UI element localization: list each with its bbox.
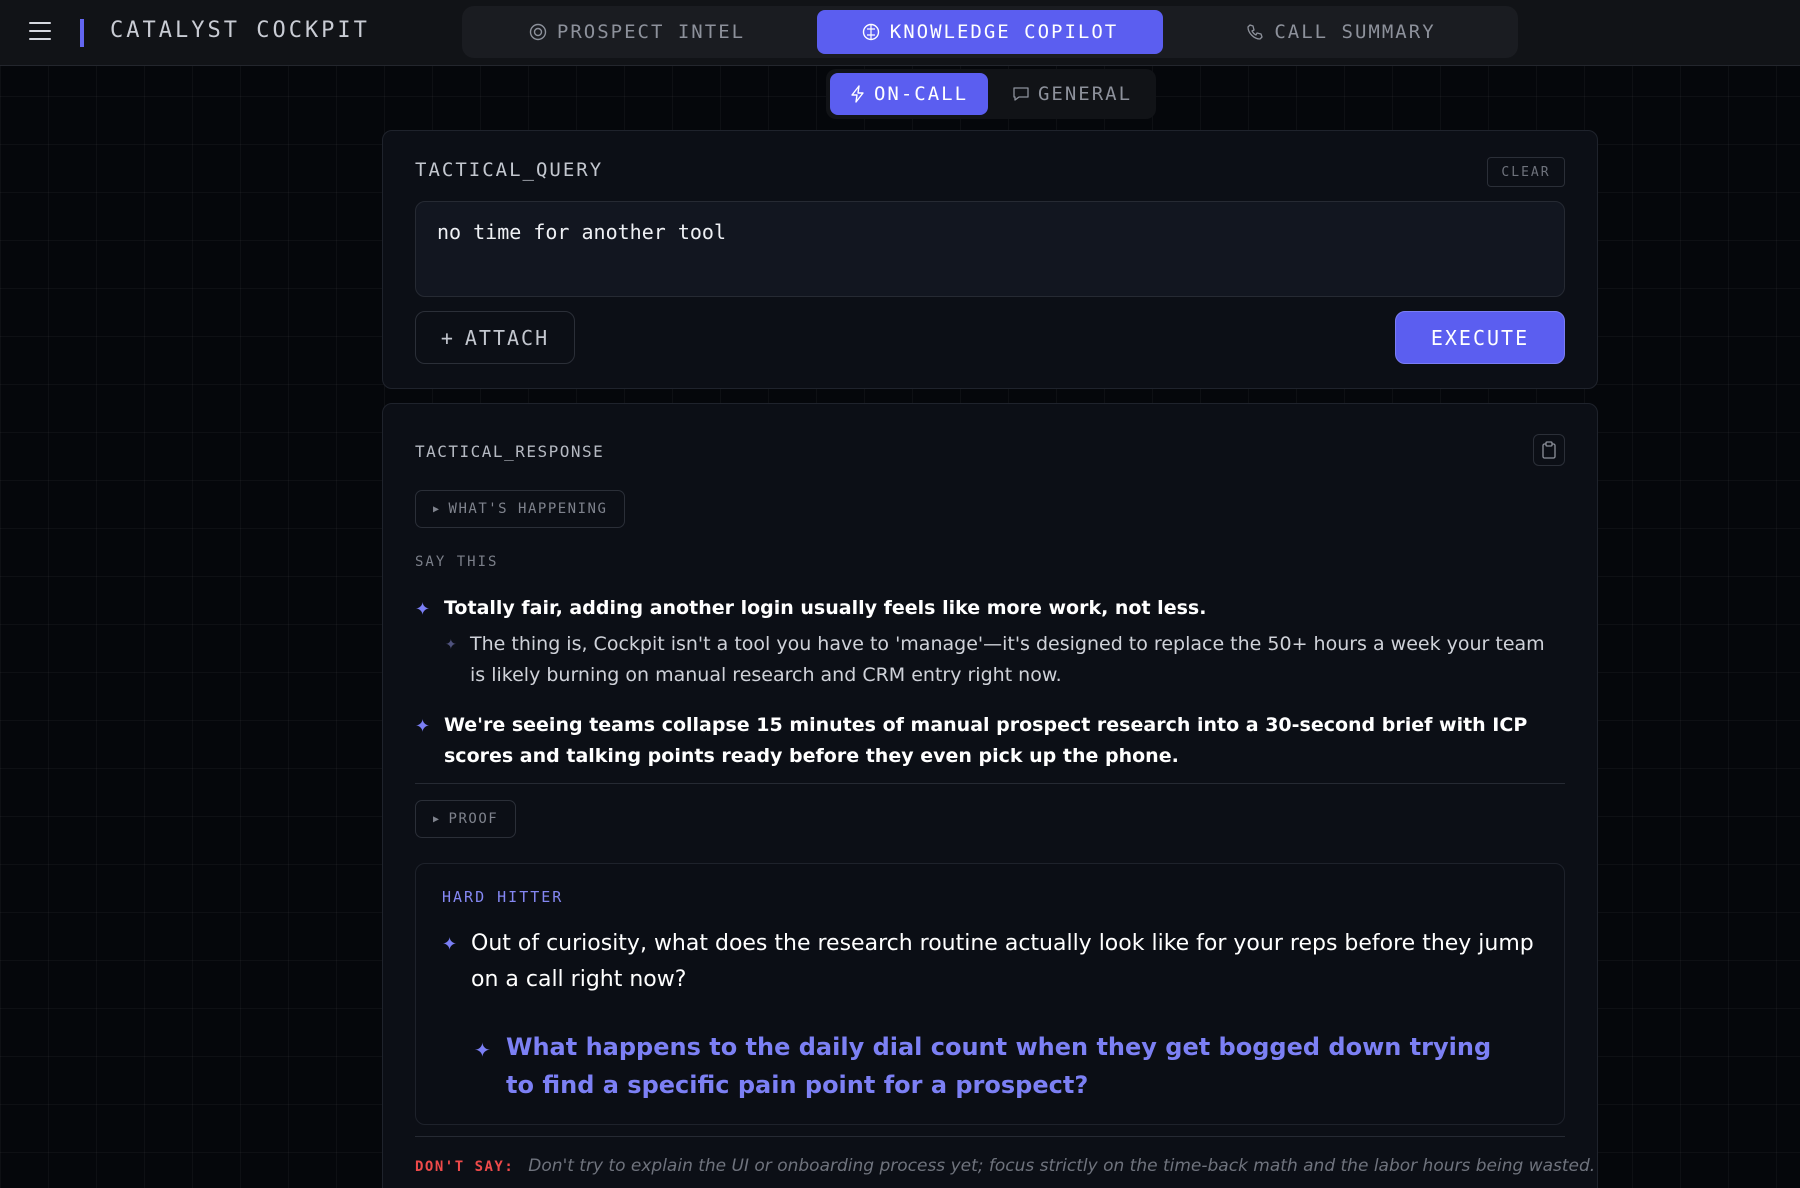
attach-button[interactable]: + ATTACH: [415, 311, 575, 364]
target-icon: [529, 23, 547, 41]
tab-label: CALL SUMMARY: [1274, 21, 1436, 43]
response-panel-title: TACTICAL_RESPONSE: [415, 442, 605, 461]
sparkle-icon: ✦: [415, 599, 431, 620]
say-this-line: We're seeing teams collapse 15 minutes o…: [444, 714, 1528, 767]
divider: [415, 1136, 1565, 1137]
chip-label: PROOF: [448, 811, 499, 827]
sparkle-icon: ✦: [415, 716, 431, 737]
lightning-icon: [851, 85, 864, 103]
chip-label: WHAT'S HAPPENING: [448, 501, 608, 517]
proof-toggle[interactable]: ▶ PROOF: [415, 800, 517, 838]
query-panel-title: TACTICAL_QUERY: [415, 159, 604, 181]
divider: [415, 783, 1565, 784]
mode-on-call-button[interactable]: ON-CALL: [830, 73, 988, 115]
hard-hitter-card: HARD HITTER ✦ Out of curiosity, what doe…: [415, 863, 1565, 1125]
chat-bubble-icon: [1013, 87, 1029, 101]
execute-button[interactable]: EXECUTE: [1395, 311, 1565, 364]
tab-prospect-intel[interactable]: PROSPECT INTEL: [462, 10, 812, 54]
query-panel: TACTICAL_QUERY CLEAR + ATTACH EXECUTE: [382, 130, 1598, 389]
triangle-right-icon: ▶: [433, 813, 441, 825]
tab-label: KNOWLEDGE COPILOT: [889, 21, 1119, 43]
mode-label: ON-CALL: [873, 83, 969, 105]
mode-toggle: ON-CALL GENERAL: [826, 69, 1156, 119]
top-bar: CATALYST COCKPIT PROSPECT INTEL KNOWLEDG…: [0, 0, 1800, 66]
whats-happening-toggle[interactable]: ▶ WHAT'S HAPPENING: [415, 490, 626, 528]
main-nav: PROSPECT INTEL KNOWLEDGE COPILOT CALL SU…: [462, 6, 1518, 58]
phone-icon: [1247, 24, 1264, 40]
sparkle-icon: ✦: [445, 637, 457, 653]
attach-label: ATTACH: [464, 325, 550, 350]
dont-say-row: DON'T SAY: Don't try to explain the UI o…: [415, 1156, 1595, 1176]
app-title: CATALYST COCKPIT: [110, 18, 370, 43]
say-this-subline: The thing is, Cockpit isn't a tool you h…: [470, 633, 1545, 686]
brain-icon: [862, 23, 879, 41]
clear-button[interactable]: CLEAR: [1487, 157, 1565, 187]
hard-hitter-question: Out of curiosity, what does the research…: [471, 931, 1534, 992]
copy-to-clipboard-button[interactable]: [1533, 434, 1565, 466]
mode-label: GENERAL: [1037, 83, 1133, 105]
brand-accent-bar: [80, 19, 84, 47]
hard-hitter-follow-up: What happens to the daily dial count whe…: [506, 1033, 1492, 1099]
sparkle-icon: ✦: [474, 1038, 491, 1062]
mode-general-button[interactable]: GENERAL: [992, 73, 1152, 115]
clipboard-icon: [1542, 441, 1556, 459]
sparkle-icon: ✦: [442, 934, 458, 955]
plus-icon: +: [440, 325, 455, 350]
dont-say-label: DON'T SAY:: [415, 1159, 515, 1175]
hard-hitter-label: HARD HITTER: [442, 888, 564, 906]
triangle-right-icon: ▶: [433, 503, 441, 515]
dont-say-text: Don't try to explain the UI or onboardin…: [528, 1156, 1596, 1176]
tab-call-summary[interactable]: CALL SUMMARY: [1168, 10, 1514, 54]
tab-knowledge-copilot[interactable]: KNOWLEDGE COPILOT: [817, 10, 1163, 54]
say-this-line: Totally fair, adding another login usual…: [444, 597, 1207, 619]
query-input[interactable]: [415, 201, 1565, 297]
response-panel: TACTICAL_RESPONSE ▶ WHAT'S HAPPENING SAY…: [382, 403, 1598, 1188]
tab-label: PROSPECT INTEL: [556, 21, 746, 43]
hamburger-menu-icon[interactable]: [29, 22, 51, 42]
say-this-label: SAY THIS: [415, 554, 499, 570]
